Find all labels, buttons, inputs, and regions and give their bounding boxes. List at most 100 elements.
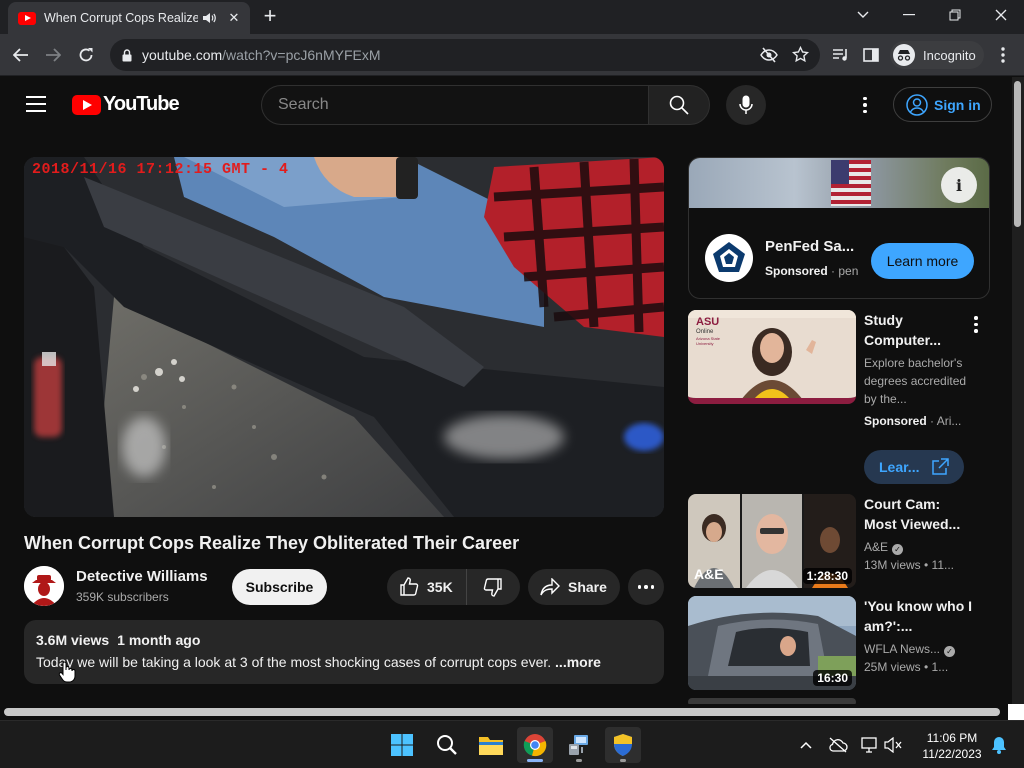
ae-logo: A&E <box>694 566 724 582</box>
incognito-badge[interactable]: Incognito <box>890 41 984 69</box>
learn-button[interactable]: Lear... <box>864 450 964 484</box>
video-player[interactable]: 2018/11/16 17:12:15 GMT - 4 <box>24 157 664 517</box>
verified-check-icon: ✓ <box>944 646 956 657</box>
notification-bell-icon[interactable] <box>984 727 1014 763</box>
search-icon[interactable] <box>429 727 465 763</box>
youtube-play-icon <box>72 94 101 115</box>
video-item[interactable]: A&E 1:28:30 Court Cam: Most Viewed... A&… <box>688 494 990 588</box>
learn-more-button[interactable]: Learn more <box>871 243 974 279</box>
search-input[interactable] <box>278 96 649 114</box>
youtube-header: YouTube Sign in <box>0 77 1012 133</box>
system-clock[interactable]: 11:06 PM 11/22/2023 <box>916 730 988 762</box>
tab-title: When Corrupt Cops Realize <box>44 11 198 25</box>
windows-start-icon[interactable] <box>384 727 420 763</box>
asu-logo: ASU <box>696 316 720 328</box>
channel-name[interactable]: Detective Williams <box>76 568 208 585</box>
browser-tab-youtube[interactable]: When Corrupt Cops Realize ✕ <box>8 2 250 34</box>
sign-in-label: Sign in <box>934 96 981 113</box>
account-icon <box>906 93 928 116</box>
sign-in-button[interactable]: Sign in <box>893 87 992 122</box>
forward-arrow-icon[interactable] <box>40 42 66 68</box>
ad-flag-image <box>831 160 871 206</box>
thumbs-up-icon <box>400 577 419 596</box>
info-icon[interactable]: i <box>941 167 977 203</box>
vertical-scrollbar[interactable] <box>1012 77 1024 704</box>
asu-online-label: Online <box>696 329 714 335</box>
thumbs-down-icon <box>483 578 502 597</box>
back-arrow-icon[interactable] <box>8 42 34 68</box>
description-box[interactable]: 3.6M views 1 month ago Today we will be t… <box>24 620 664 684</box>
video-item-title[interactable]: Study Computer... <box>864 310 974 350</box>
youtube-wordmark: YouTube <box>103 93 180 115</box>
video-thumbnail[interactable]: ASU Online Arizona State University <box>688 310 856 404</box>
address-bar[interactable]: youtube.com/watch?v=pcJ6nMYFExM <box>110 39 820 71</box>
subscriber-count: 359K subscribers <box>76 590 169 604</box>
hamburger-menu-icon[interactable] <box>26 96 46 112</box>
ad-advertiser-name: PenFed Sa... <box>765 238 855 255</box>
incognito-label: Incognito <box>923 47 976 63</box>
youtube-logo[interactable]: YouTube <box>72 93 180 116</box>
url-text: youtube.com/watch?v=pcJ6nMYFExM <box>142 47 381 63</box>
video-item-channel[interactable]: A&E ✓ <box>864 538 974 556</box>
dislike-button[interactable] <box>467 569 519 605</box>
subscribe-button[interactable]: Subscribe <box>232 569 327 605</box>
video-item-text: 'You know who I am?':... WFLA News... ✓ 2… <box>864 596 974 676</box>
voice-search-button[interactable] <box>726 85 766 125</box>
video-item-channel[interactable]: WFLA News... ✓ <box>864 640 974 658</box>
horizontal-scrollbar-thumb[interactable] <box>4 708 1000 716</box>
minimize-icon[interactable] <box>886 0 932 30</box>
ad-sponsored-label: Sponsored · pen <box>765 264 859 278</box>
sponsored-ad-card[interactable]: i PenFed Sa... Sponsored · pen Learn mor… <box>688 157 990 299</box>
share-button[interactable]: Share <box>528 569 620 605</box>
tab-close-icon[interactable]: ✕ <box>226 10 242 26</box>
speaker-icon[interactable] <box>202 12 218 24</box>
tab-search-chevron-down-icon[interactable] <box>840 0 886 30</box>
star-bookmark-icon[interactable] <box>792 46 809 63</box>
video-item-title[interactable]: Court Cam: Most Viewed... <box>864 494 974 534</box>
video-item[interactable]: 16:30 'You know who I am?':... WFLA News… <box>688 596 990 690</box>
clock-time: 11:06 PM <box>926 731 978 745</box>
lock-icon[interactable] <box>122 48 132 62</box>
file-explorer-icon[interactable] <box>473 727 509 763</box>
cloud-off-icon[interactable] <box>820 727 856 763</box>
search-button[interactable] <box>648 85 710 125</box>
video-item-text: Study Computer... Explore bachelor's deg… <box>864 310 974 430</box>
more-actions-button[interactable] <box>628 569 664 605</box>
volume-muted-icon[interactable] <box>878 727 908 763</box>
video-item-title[interactable]: 'You know who I am?':... <box>864 596 974 636</box>
reload-icon[interactable] <box>73 42 99 68</box>
video-duration: 1:28:30 <box>802 568 852 584</box>
search-icon <box>669 95 689 115</box>
sponsored-video-item[interactable]: ASU Online Arizona State University Stud… <box>688 310 990 486</box>
horizontal-scrollbar[interactable] <box>0 704 1012 720</box>
chrome-menu-icon[interactable] <box>990 42 1016 68</box>
media-controls-icon[interactable] <box>828 42 854 68</box>
show-more-link[interactable]: ...more <box>555 654 601 670</box>
video-thumbnail[interactable]: A&E 1:28:30 <box>688 494 856 588</box>
video-item-meta: 25M views • 1... <box>864 660 949 674</box>
like-button[interactable]: 35K <box>387 569 467 605</box>
vertical-scrollbar-thumb[interactable] <box>1014 81 1021 227</box>
search-box[interactable] <box>261 85 649 125</box>
item-menu-kebab-icon[interactable] <box>974 316 978 333</box>
chevron-up-icon[interactable] <box>788 727 824 763</box>
like-count: 35K <box>427 579 453 595</box>
like-dislike-group: 35K <box>387 569 520 605</box>
video-thumbnail[interactable]: 16:30 <box>688 596 856 690</box>
external-link-icon <box>932 458 950 475</box>
new-tab-icon[interactable]: + <box>258 5 282 29</box>
eye-off-icon[interactable] <box>760 47 778 63</box>
incognito-icon <box>893 44 915 66</box>
security-shield-icon[interactable] <box>605 727 641 763</box>
browser-toolbar: youtube.com/watch?v=pcJ6nMYFExM Incognit… <box>0 34 1024 76</box>
video-item-meta: 13M views • 11... <box>864 558 955 572</box>
asu-university-label: Arizona State University <box>696 336 721 346</box>
side-panel-icon[interactable] <box>858 42 884 68</box>
settings-kebab-icon[interactable] <box>855 93 875 117</box>
chrome-icon[interactable] <box>517 727 553 763</box>
network-app-icon[interactable] <box>561 727 597 763</box>
view-count-and-date: 3.6M views 1 month ago <box>36 632 201 648</box>
window-close-icon[interactable] <box>978 0 1024 30</box>
restore-icon[interactable] <box>932 0 978 30</box>
channel-avatar[interactable] <box>24 566 64 606</box>
